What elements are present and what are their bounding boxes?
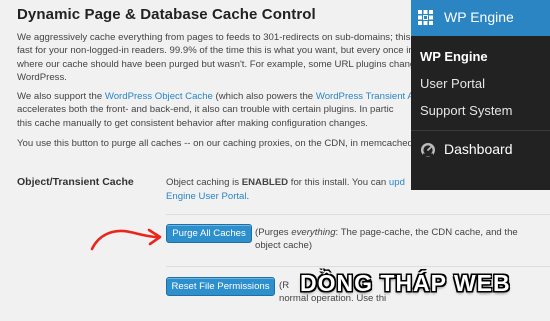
intro-paragraph: We aggressively cache everything from pa…	[17, 31, 429, 85]
wp-engine-menu-header[interactable]: WP Engine	[411, 0, 550, 36]
update-link[interactable]: upd	[389, 177, 405, 188]
wp-object-cache-link[interactable]: WordPress Object Cache	[105, 91, 213, 102]
object-cache-line-3: this cache manually to get consistent be…	[17, 117, 368, 129]
menu-item-dashboard[interactable]: Dashboard	[444, 141, 513, 157]
text: : The page-cache, the CDN cache, and the	[335, 227, 518, 238]
text: We also support the	[17, 91, 105, 102]
object-cache-line-1: We also support the WordPress Object Cac…	[17, 90, 429, 103]
admin-bar-menu: WP Engine WP Engine User Portal Support …	[411, 0, 550, 190]
object-cache-row-label: Object/Transient Cache	[17, 176, 134, 188]
page-title: Dynamic Page & Database Cache Control	[17, 6, 316, 23]
purge-paragraph: You use this button to purge all caches …	[17, 138, 429, 149]
user-portal-link[interactable]: Engine User Portal	[166, 191, 247, 202]
text: (R	[279, 280, 290, 291]
menu-item-user-portal[interactable]: User Portal	[420, 76, 485, 91]
purge-description: (Purges everything: The page-cache, the …	[255, 226, 518, 253]
intro-line-3: where our cache should have been purged …	[17, 58, 429, 70]
reset-file-permissions-button[interactable]: Reset File Permissions	[166, 277, 275, 296]
cache-status: ENABLED	[241, 177, 289, 188]
object-cache-status-text: Object caching is ENABLED for this insta…	[166, 176, 405, 204]
menu-divider	[411, 130, 550, 131]
wp-engine-grid-icon	[418, 10, 433, 25]
emphasis: everything	[291, 227, 336, 238]
text: .	[246, 191, 250, 202]
dashboard-gauge-icon	[421, 143, 435, 157]
menu-item-support-system[interactable]: Support System	[420, 103, 513, 118]
object-cache-line-2: accelerates both the front- and back-end…	[17, 104, 394, 116]
text: for this install. You can	[288, 177, 389, 188]
text: (Purges	[255, 227, 292, 238]
wp-transient-api-link[interactable]: WordPress Transient API	[316, 91, 423, 102]
red-pointer-arrow-icon	[90, 228, 162, 251]
text: object cache)	[255, 240, 313, 252]
intro-line-4: WordPress.	[17, 72, 67, 84]
intro-line-1: We aggressively cache everything from pa…	[17, 32, 427, 43]
divider	[166, 266, 550, 267]
text: Object caching is	[166, 177, 242, 188]
brand-label: WP Engine	[444, 9, 514, 25]
text: (which also powers the	[212, 91, 316, 102]
purge-all-caches-button[interactable]: Purge All Caches	[166, 224, 252, 243]
menu-item-wp-engine[interactable]: WP Engine	[420, 49, 488, 64]
object-cache-paragraph: We also support the WordPress Object Cac…	[17, 90, 429, 130]
divider	[166, 214, 550, 215]
intro-line-2: fast for your non-logged-in readers. 99.…	[17, 45, 422, 57]
watermark-text: DỒNG THÁP WEB	[300, 270, 511, 296]
